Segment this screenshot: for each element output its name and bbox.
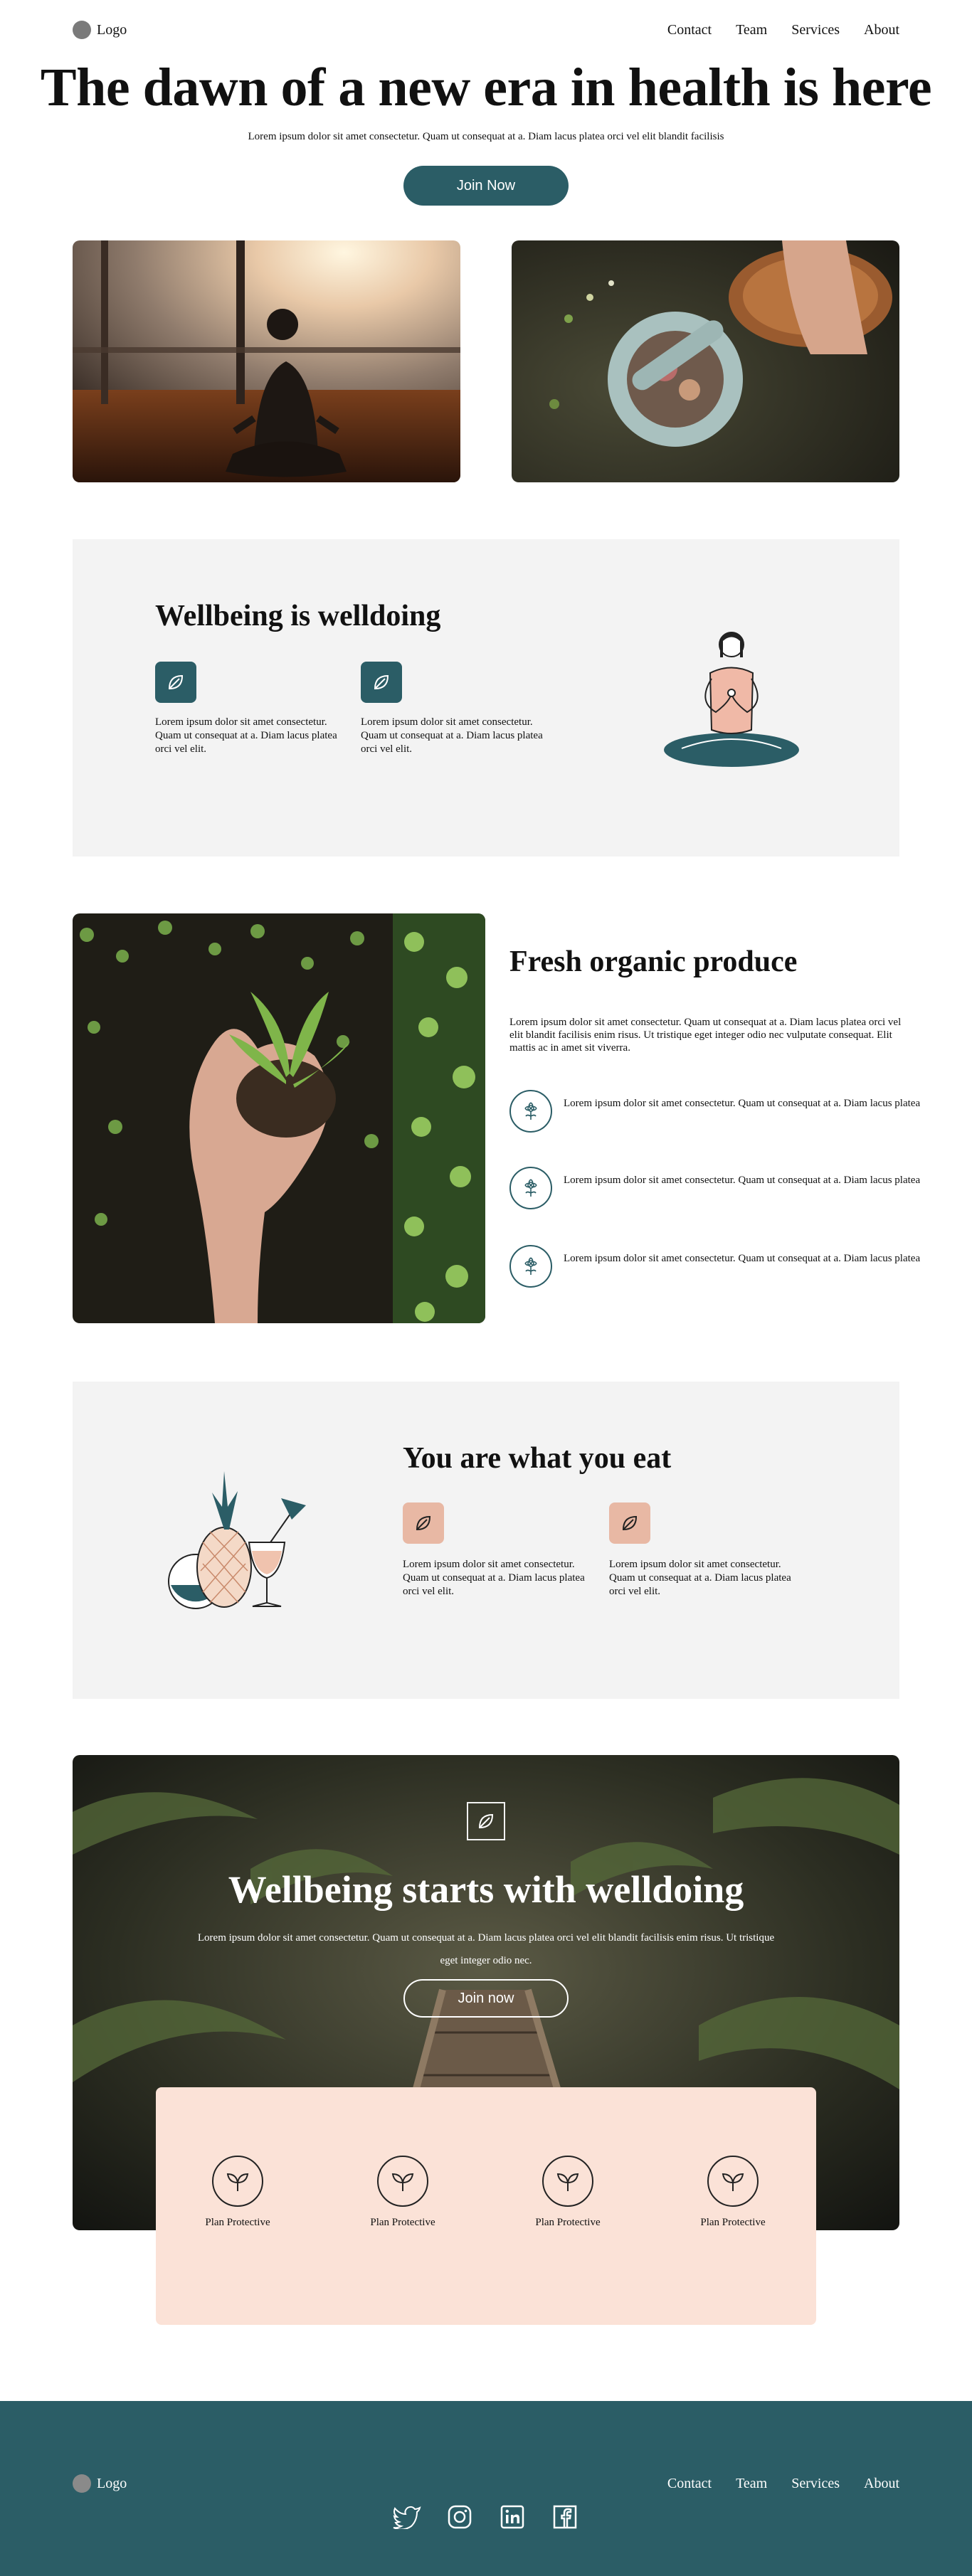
produce-bullet-2: Lorem ipsum dolor sit amet consectetur. … [509,1167,922,1209]
seedlings-hand-photo [73,913,485,1323]
sprout-icon [707,2156,759,2207]
wellbeing-feature-text-1: Lorem ipsum dolor sit amet consectetur. … [155,716,337,755]
plan-label: Plan Protective [535,2217,601,2228]
logo-mark [73,2474,91,2493]
produce-description: Lorem ipsum dolor sit amet consectetur. … [509,1017,902,1054]
social-links [0,2502,972,2532]
eat-feature-text-2: Lorem ipsum dolor sit amet consectetur. … [609,1559,791,1597]
produce-bullet-1: Lorem ipsum dolor sit amet consectetur. … [509,1090,922,1133]
footer-nav-links: Contact Team Services About [667,2476,899,2492]
produce-bullet-text: Lorem ipsum dolor sit amet consectetur. … [564,1175,921,1186]
plan-item[interactable]: Plan Protective [349,2156,456,2229]
join-now-outline-button[interactable]: Join now [403,1979,569,2018]
plan-label: Plan Protective [370,2217,435,2228]
plans-card: Plan Protective Plan Protective Plan Pro… [156,2087,816,2325]
footer-link-team[interactable]: Team [736,2476,767,2492]
pineapple-cocktail-illustration [168,1471,306,1609]
leaf-icon [467,1802,505,1840]
join-now-button[interactable]: Join Now [403,166,569,206]
footer: Logo Contact Team Services About [0,2401,972,2576]
nav-link-about[interactable]: About [864,22,899,38]
sprout-icon [212,2156,263,2207]
sprout-icon [542,2156,593,2207]
plan-item[interactable]: Plan Protective [514,2156,621,2229]
logo-text: Logo [97,21,127,38]
footer-navigation: Logo Contact Team Services About [73,2469,899,2498]
plan-label: Plan Protective [205,2217,270,2228]
logo[interactable]: Logo [73,21,127,39]
produce-bullet-text: Lorem ipsum dolor sit amet consectetur. … [564,1253,921,1264]
nav-link-contact[interactable]: Contact [667,22,712,38]
nav-link-team[interactable]: Team [736,22,767,38]
eat-title: You are what you eat [403,1442,672,1475]
wellbeing-title: Wellbeing is welldoing [155,600,441,632]
banner-title: Wellbeing starts with welldoing [228,1868,744,1911]
plan-item[interactable]: Plan Protective [184,2156,291,2229]
leaf-icon [155,662,196,703]
hero-subtitle: Lorem ipsum dolor sit amet consectetur. … [248,131,724,142]
linkedin-icon[interactable] [497,2502,527,2532]
footer-logo[interactable]: Logo [73,2474,127,2493]
produce-title: Fresh organic produce [509,945,798,978]
produce-bullet-3: Lorem ipsum dolor sit amet consectetur. … [509,1245,922,1288]
eat-feature-text-1: Lorem ipsum dolor sit amet consectetur. … [403,1559,585,1597]
footer-link-contact[interactable]: Contact [667,2476,712,2492]
banner-subtitle: Lorem ipsum dolor sit amet consectetur. … [197,1932,775,1966]
facebook-icon[interactable] [550,2502,580,2532]
leaf-icon [609,1502,650,1544]
flower-icon [509,1167,552,1209]
flower-icon [509,1090,552,1133]
leaf-icon [403,1502,444,1544]
nav-links: Contact Team Services About [667,22,899,38]
footer-link-about[interactable]: About [864,2476,899,2492]
hero-title: The dawn of a new era in health is here [40,58,932,117]
wellbeing-feature-text-2: Lorem ipsum dolor sit amet consectetur. … [361,716,543,755]
mortar-herbs-photo [512,240,899,482]
logo-mark [73,21,91,39]
plan-label: Plan Protective [700,2217,766,2228]
flower-icon [509,1245,552,1288]
footer-logo-text: Logo [97,2475,127,2491]
produce-bullet-text: Lorem ipsum dolor sit amet consectetur. … [564,1098,921,1109]
instagram-icon[interactable] [445,2502,475,2532]
plan-item[interactable]: Plan Protective [680,2156,786,2229]
footer-link-services[interactable]: Services [791,2476,840,2492]
meditating-woman-illustration [664,632,799,767]
top-navigation: Logo Contact Team Services About [73,16,899,44]
yoga-sunset-photo [73,240,460,482]
nav-link-services[interactable]: Services [791,22,840,38]
sprout-icon [377,2156,428,2207]
leaf-icon [361,662,402,703]
twitter-icon[interactable] [392,2502,422,2532]
